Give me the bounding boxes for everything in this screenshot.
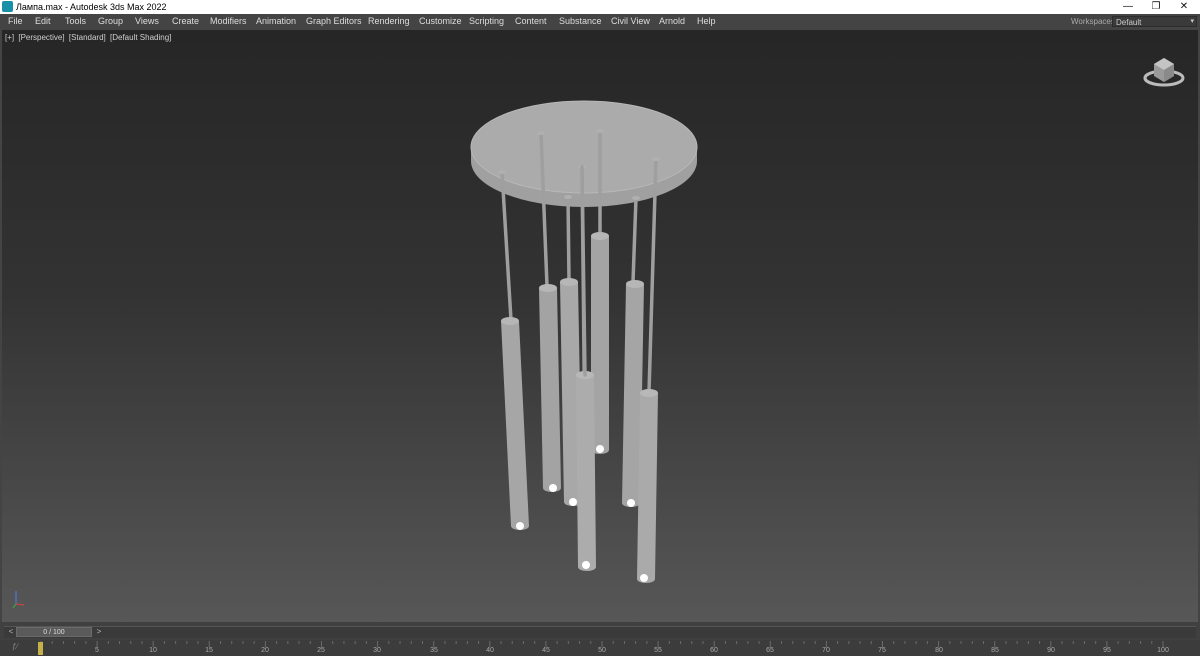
workspaces-label: Workspaces: bbox=[1071, 17, 1118, 26]
prev-frame-button[interactable]: < bbox=[6, 627, 16, 637]
menu-tools[interactable]: Tools bbox=[65, 14, 86, 29]
tick-label: 50 bbox=[598, 647, 606, 654]
menu-scripting[interactable]: Scripting bbox=[469, 14, 504, 29]
workspace-select[interactable]: Default ▾ bbox=[1112, 16, 1197, 27]
menu-customize[interactable]: Customize bbox=[419, 14, 462, 29]
menu-views[interactable]: Views bbox=[135, 14, 159, 29]
tick-label: 30 bbox=[373, 647, 381, 654]
viewcube-icon[interactable] bbox=[1142, 50, 1186, 90]
menu-file[interactable]: File bbox=[8, 14, 23, 29]
scene-render bbox=[470, 100, 698, 583]
menu-rendering[interactable]: Rendering bbox=[368, 14, 410, 29]
viewport-shading-label[interactable]: [Default Shading] bbox=[110, 33, 171, 42]
tick-label: 15 bbox=[205, 647, 213, 654]
axis-tripod-icon bbox=[12, 591, 25, 609]
current-frame-marker[interactable] bbox=[38, 642, 43, 655]
tick-label: 65 bbox=[766, 647, 774, 654]
viewport-menu-plus[interactable]: [+] bbox=[5, 33, 14, 42]
tick-label: 10 bbox=[149, 647, 157, 654]
tick-label: 90 bbox=[1047, 647, 1055, 654]
chevron-down-icon: ▾ bbox=[1190, 18, 1194, 25]
menu-graph-editors[interactable]: Graph Editors bbox=[306, 14, 362, 29]
tick-label: 85 bbox=[991, 647, 999, 654]
tick-label: 55 bbox=[654, 647, 662, 654]
menu-animation[interactable]: Animation bbox=[256, 14, 296, 29]
viewport-label: [+] [Perspective] [Standard] [Default Sh… bbox=[5, 33, 173, 42]
menu-help[interactable]: Help bbox=[697, 14, 716, 29]
menu-civil-view[interactable]: Civil View bbox=[611, 14, 650, 29]
menu-arnold[interactable]: Arnold bbox=[659, 14, 685, 29]
tick-label: 95 bbox=[1103, 647, 1111, 654]
menu-modifiers[interactable]: Modifiers bbox=[210, 14, 247, 29]
tick-label: 75 bbox=[878, 647, 886, 654]
tick-label: 35 bbox=[430, 647, 438, 654]
restore-button[interactable]: ❐ bbox=[1142, 0, 1170, 14]
title-bar: Лампа.max - Autodesk 3ds Max 2022 — ❐ ✕ bbox=[0, 0, 1200, 14]
track-bar[interactable]: ƒ∕ 5 10 15 20 25 30 35 40 45 50 55 60 65… bbox=[0, 640, 1200, 656]
tick-label: 5 bbox=[95, 647, 99, 654]
perspective-viewport[interactable]: [+] [Perspective] [Standard] [Default Sh… bbox=[2, 30, 1198, 622]
tick-label: 45 bbox=[542, 647, 550, 654]
lamp-tubes bbox=[501, 232, 658, 583]
close-button[interactable]: ✕ bbox=[1170, 0, 1198, 14]
menu-content[interactable]: Content bbox=[515, 14, 547, 29]
workspace-value: Default bbox=[1116, 18, 1142, 27]
tick-label: 60 bbox=[710, 647, 718, 654]
tick-label: 40 bbox=[486, 647, 494, 654]
viewport-standard-label[interactable]: [Standard] bbox=[69, 33, 106, 42]
tick-label: 20 bbox=[261, 647, 269, 654]
menu-create[interactable]: Create bbox=[172, 14, 199, 29]
tick-label: 70 bbox=[822, 647, 830, 654]
tick-label: 80 bbox=[935, 647, 943, 654]
app-icon bbox=[2, 1, 13, 12]
viewport-pov-label[interactable]: [Perspective] bbox=[18, 33, 64, 42]
menu-bar: File Edit Tools Group Views Create Modif… bbox=[0, 14, 1200, 30]
minimize-button[interactable]: — bbox=[1114, 0, 1142, 14]
time-slider-area: < 0 / 100 > ƒ∕ 5 10 15 20 25 30 35 40 45… bbox=[0, 622, 1200, 656]
menu-edit[interactable]: Edit bbox=[35, 14, 51, 29]
menu-substance[interactable]: Substance bbox=[559, 14, 602, 29]
lamp-base-top bbox=[471, 101, 697, 193]
time-slider-thumb[interactable]: 0 / 100 bbox=[16, 627, 92, 637]
window-title: Лампа.max - Autodesk 3ds Max 2022 bbox=[16, 2, 167, 12]
tick-label: 100 bbox=[1157, 647, 1169, 654]
time-slider-track[interactable] bbox=[4, 626, 1196, 638]
next-frame-button[interactable]: > bbox=[94, 627, 104, 637]
tick-label: 25 bbox=[317, 647, 325, 654]
menu-group[interactable]: Group bbox=[98, 14, 123, 29]
